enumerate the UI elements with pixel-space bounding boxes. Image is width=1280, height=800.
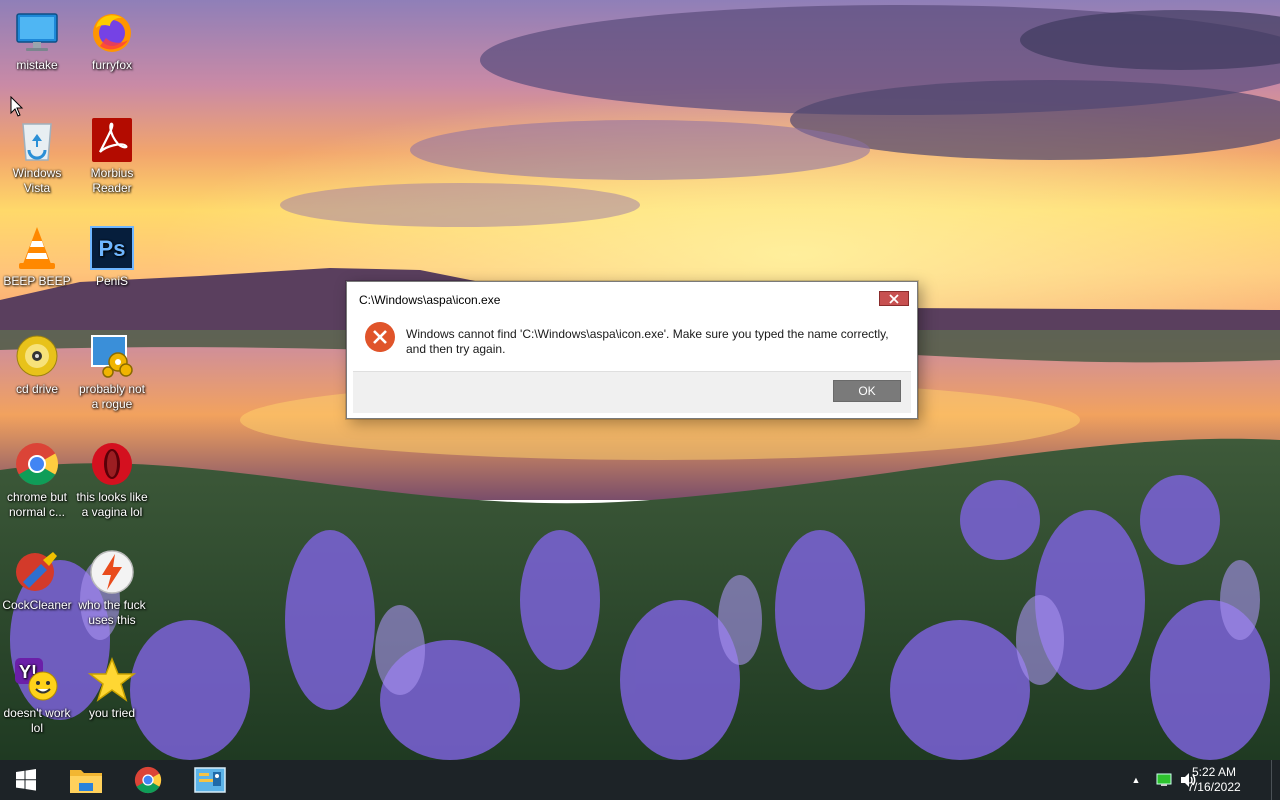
desktop-icon-doesnt-work[interactable]: Y! doesn't work lol (0, 656, 75, 736)
chrome-icon (16, 443, 59, 486)
desktop-icon-label: Windows Vista (12, 166, 62, 195)
clock-date: 7/16/2022 (1187, 780, 1241, 794)
desktop-icon-you-tried[interactable]: you tried (74, 656, 150, 721)
recycle-bin-icon (22, 123, 52, 161)
star-icon (88, 656, 136, 702)
dialog-close-button[interactable] (879, 291, 909, 306)
show-desktop-button[interactable] (1271, 760, 1280, 800)
taskbar-control-panel[interactable] (186, 760, 234, 800)
tray-network[interactable] (1154, 760, 1174, 800)
start-button[interactable] (4, 760, 48, 800)
desktop-icon-windows-vista[interactable]: Windows Vista (0, 116, 75, 196)
vlc-cone-icon (19, 227, 55, 269)
taskbar: ▲ 5:22 AM 7/16/2022 (0, 760, 1280, 800)
dialog-message: Windows cannot find 'C:\Windows\aspa\ico… (406, 327, 889, 356)
desktop-icon-label: probably not a rogue (78, 382, 146, 411)
pdf-reader-icon (92, 118, 132, 162)
desktop-icon-label: you tried (88, 706, 136, 720)
mouse-cursor-icon (10, 96, 24, 117)
desktop-icon-label: this looks like a vagina lol (76, 490, 148, 519)
desktop-icon-mistake[interactable]: mistake (0, 8, 75, 73)
yahoo-messenger-icon: Y! (15, 658, 58, 701)
desktop-icon-this-looks-like[interactable]: this looks like a vagina lol (74, 440, 150, 520)
desktop-icon-morbius-reader[interactable]: Morbius Reader (74, 116, 150, 196)
desktop-icon-furryfox[interactable]: furryfox (74, 8, 150, 73)
cd-drive-icon (16, 335, 58, 377)
desktop-icon-chrome-but-normal[interactable]: chrome but normal c... (0, 440, 75, 520)
desktop-icon-probably-not-a-rogue[interactable]: probably not a rogue (74, 332, 150, 412)
error-icon (365, 322, 395, 352)
desktop-icon-label: CockCleaner (2, 598, 72, 612)
tray-overflow-button[interactable]: ▲ (1128, 760, 1144, 800)
ok-button[interactable]: OK (833, 380, 901, 402)
desktop-icon-label: BEEP BEEP (3, 274, 71, 288)
control-panel-icon (194, 767, 226, 793)
desktop-icon-cd-drive[interactable]: cd drive (0, 332, 75, 397)
desktop-icon-penis[interactable]: Ps PeniS (74, 224, 150, 289)
taskbar-file-explorer[interactable] (62, 760, 110, 800)
monitor-icon (16, 13, 58, 51)
lightning-icon (90, 550, 134, 594)
desktop-icon-who-uses-this[interactable]: who the fuck uses this (74, 548, 150, 628)
desktop-icon-label: who the fuck uses this (78, 598, 146, 627)
desktop-icon-label: chrome but normal c... (6, 490, 68, 519)
desktop-icon-cockcleaner[interactable]: CockCleaner (0, 548, 75, 613)
clock-time: 5:22 AM (1191, 765, 1237, 779)
ccleaner-icon (16, 552, 57, 591)
opera-icon (92, 443, 132, 485)
start-icon (16, 769, 36, 791)
dialog-title: C:\Windows\aspa\icon.exe (359, 293, 501, 307)
tray-clock[interactable]: 5:22 AM 7/16/2022 (1184, 765, 1244, 795)
svg-text:Ps: Ps (99, 236, 126, 261)
network-icon (1156, 773, 1172, 786)
desktop-icon-label: Morbius Reader (90, 166, 134, 195)
dialog-button-bar: OK (353, 371, 911, 413)
desktop-icon-label: cd drive (15, 382, 59, 396)
taskbar-chrome[interactable] (124, 760, 172, 800)
chrome-icon (134, 766, 162, 794)
desktop-icon-label: doesn't work lol (3, 706, 71, 735)
gears-program-icon (91, 335, 133, 378)
desktop-icon-label: PeniS (95, 274, 129, 288)
file-explorer-icon (70, 770, 102, 793)
firefox-icon (93, 14, 131, 52)
close-icon (889, 293, 899, 304)
error-dialog: C:\Windows\aspa\icon.exe Windows cannot … (346, 281, 918, 419)
desktop-icon-beep-beep[interactable]: BEEP BEEP (0, 224, 75, 289)
desktop-icon-label: furryfox (91, 58, 132, 72)
photoshop-icon: Ps (90, 226, 134, 270)
desktop-icon-label: mistake (16, 58, 58, 72)
